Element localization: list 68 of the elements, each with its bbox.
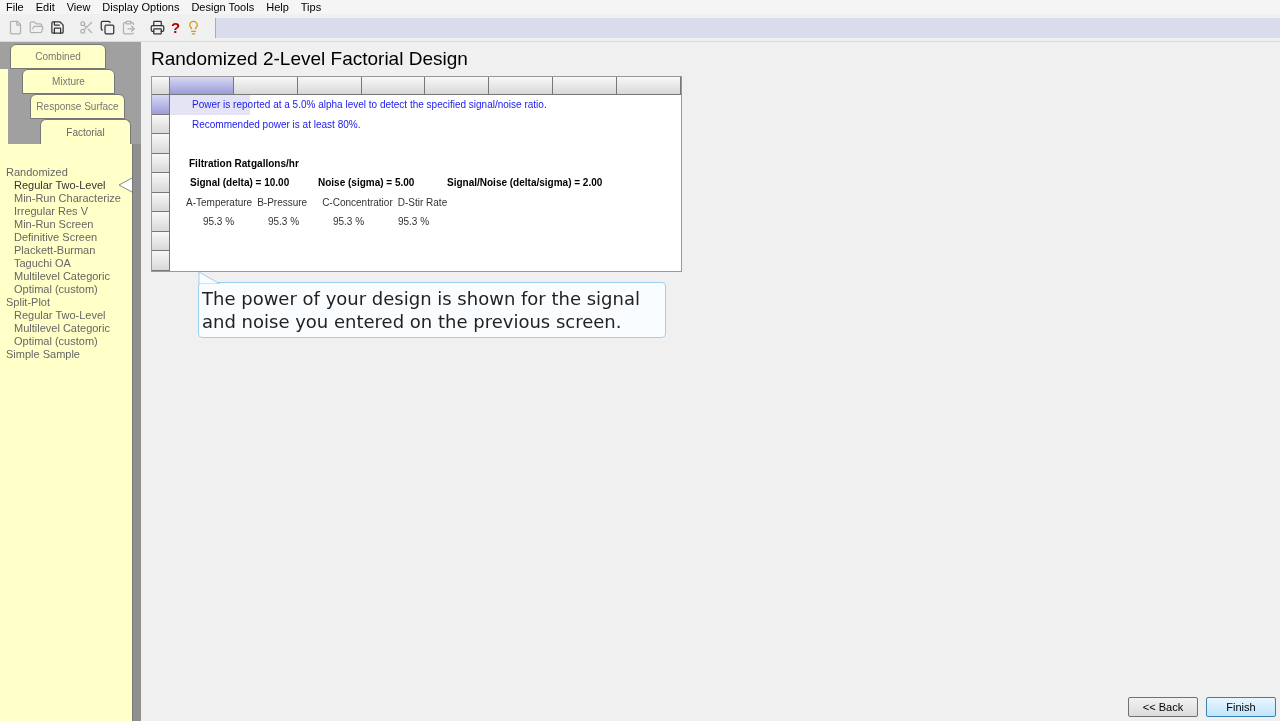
- column-header[interactable]: [169, 77, 234, 95]
- tree-item[interactable]: Taguchi OA: [14, 257, 71, 270]
- tree-item[interactable]: Regular Two-Level: [14, 179, 106, 192]
- help-button[interactable]: ?: [171, 19, 181, 36]
- stat-text: Noise (sigma) = 5.00: [318, 176, 416, 191]
- row-header[interactable]: [152, 173, 170, 193]
- menu-item[interactable]: Design Tools: [191, 0, 255, 14]
- wizard-button[interactable]: Finish: [1206, 697, 1276, 717]
- tree-item[interactable]: Regular Two-Level: [14, 309, 106, 322]
- tree-item[interactable]: Randomized: [6, 166, 68, 179]
- save-icon[interactable]: [50, 20, 65, 35]
- power-value: 95.3 %: [396, 215, 431, 230]
- response-units: gallons/hr: [251, 156, 299, 171]
- tree-item[interactable]: Irregular Res V: [14, 205, 88, 218]
- column-header[interactable]: [425, 77, 490, 95]
- column-header[interactable]: [617, 77, 681, 95]
- menu-item[interactable]: Edit: [35, 0, 55, 14]
- row-header[interactable]: [152, 251, 170, 271]
- factor-name: D-Stir Rate: [397, 195, 449, 210]
- tree-item[interactable]: Multilevel Categoric: [14, 322, 110, 335]
- tree-item[interactable]: Definitive Screen: [14, 231, 98, 244]
- category-tab[interactable]: Mixture: [22, 69, 115, 94]
- tree-item[interactable]: Min-Run Screen: [14, 218, 94, 231]
- category-tab[interactable]: Combined: [10, 44, 106, 69]
- page-title: Randomized 2-Level Factorial Design: [151, 48, 469, 70]
- row-header[interactable]: [152, 134, 170, 154]
- tree-item[interactable]: Optimal (custom): [14, 335, 98, 348]
- menu-item[interactable]: Tips: [300, 0, 322, 14]
- factor-name: C-Concentratior: [322, 195, 394, 210]
- menu-item[interactable]: View: [66, 0, 91, 14]
- pointer-icon: [118, 177, 132, 193]
- menu-item[interactable]: File: [6, 0, 24, 14]
- response-name: Filtration Rat: [189, 156, 251, 171]
- tree-item[interactable]: Plackett-Burman: [14, 244, 96, 257]
- stat-text: Signal (delta) = 10.00: [190, 176, 291, 191]
- row-header[interactable]: [152, 212, 170, 232]
- category-tab[interactable]: Factorial: [40, 119, 131, 144]
- row-header[interactable]: [152, 192, 170, 212]
- column-header[interactable]: [489, 77, 554, 95]
- menu-item[interactable]: Display Options: [102, 0, 180, 14]
- menu-item[interactable]: Help: [266, 0, 289, 14]
- stat-text: Signal/Noise (delta/sigma) = 2.00: [447, 176, 603, 191]
- note-text: Recommended power is at least 80%.: [192, 117, 361, 132]
- row-header[interactable]: [152, 153, 170, 173]
- note-text: Power is reported at a 5.0% alpha level to detect the specified signal/noise ratio.: [192, 98, 547, 113]
- tree-item[interactable]: Split-Plot: [6, 296, 51, 309]
- callout-text: The power of your design is shown for the signal and noise you entered on the previous screen.: [202, 286, 641, 333]
- grid-corner[interactable]: [152, 77, 170, 95]
- row-header[interactable]: [152, 95, 170, 115]
- power-value: 95.3 %: [331, 215, 366, 230]
- factor-name: B-Pressure: [257, 195, 309, 210]
- column-header[interactable]: [233, 77, 298, 95]
- power-value: 95.3 %: [201, 215, 236, 230]
- category-tab[interactable]: Response Surface: [30, 94, 125, 119]
- copy-icon[interactable]: [100, 20, 115, 35]
- row-header[interactable]: [152, 114, 170, 134]
- printer-icon[interactable]: [150, 20, 165, 35]
- tree-item[interactable]: Min-Run Characterize: [14, 192, 121, 205]
- wizard-button[interactable]: << Back: [1128, 697, 1198, 717]
- column-header[interactable]: [297, 77, 362, 95]
- row-header[interactable]: [152, 231, 170, 251]
- column-header[interactable]: [361, 77, 426, 95]
- tree-item[interactable]: Simple Sample: [6, 348, 80, 361]
- column-header[interactable]: [553, 77, 618, 95]
- tree-item[interactable]: Multilevel Categoric: [14, 270, 110, 283]
- power-value: 95.3 %: [266, 215, 301, 230]
- tree-item[interactable]: Optimal (custom): [14, 283, 98, 296]
- factor-name: A-Temperature: [186, 195, 254, 210]
